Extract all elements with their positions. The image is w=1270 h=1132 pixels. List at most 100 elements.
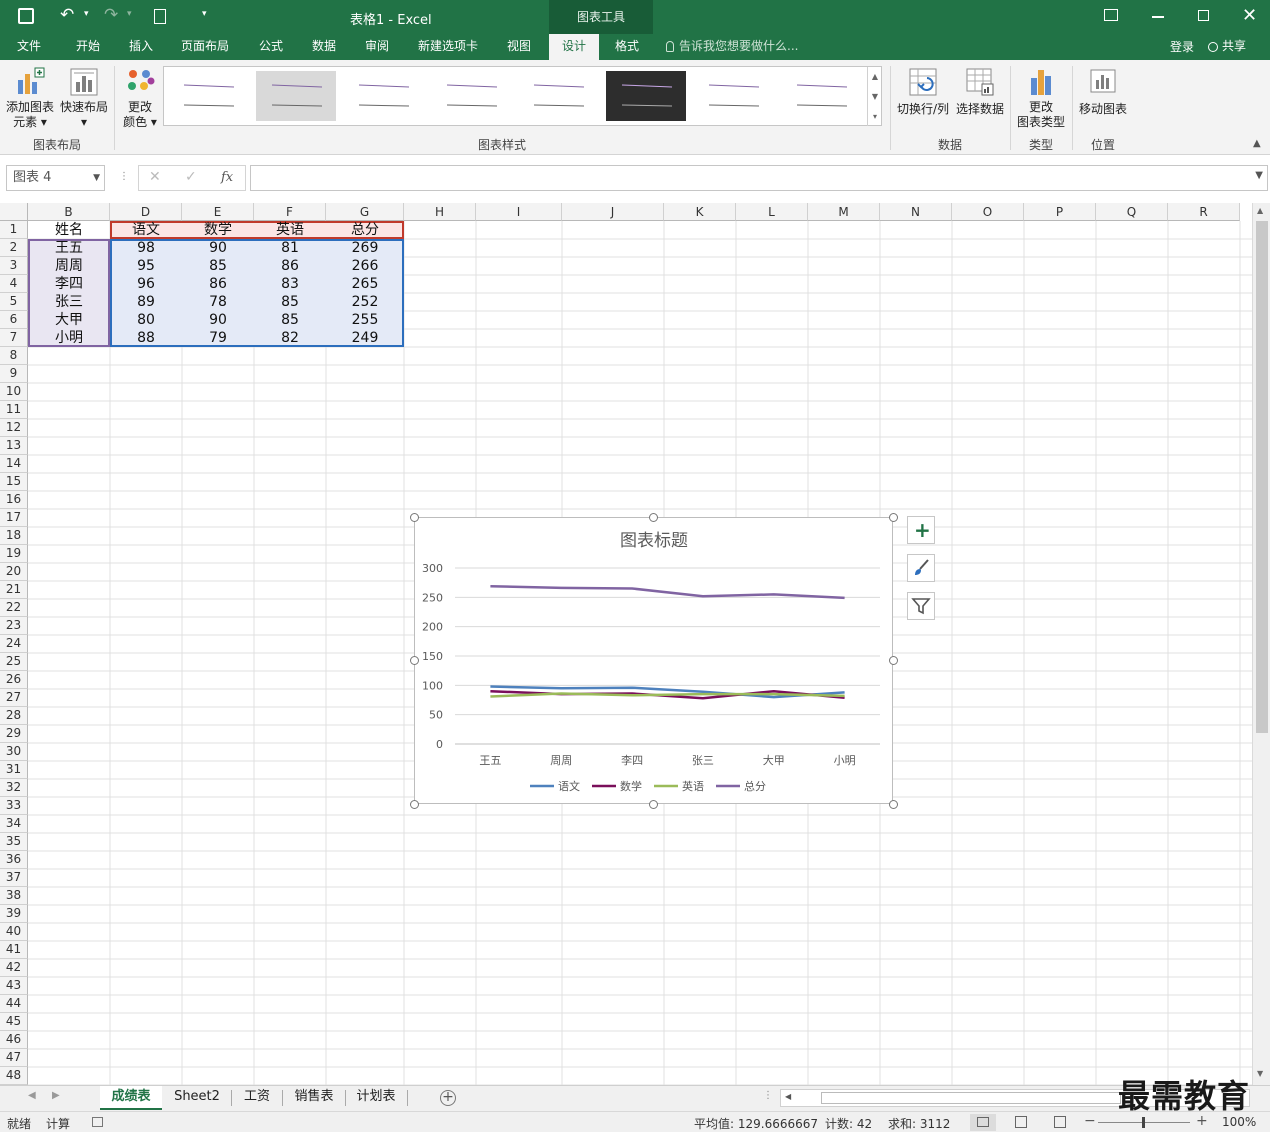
select-data-button[interactable]: 选择数据 bbox=[952, 66, 1008, 117]
chart-style-7[interactable] bbox=[693, 71, 773, 121]
row-header-48[interactable]: 48 bbox=[0, 1067, 28, 1085]
row-header-2[interactable]: 2 bbox=[0, 239, 28, 257]
row-header-3[interactable]: 3 bbox=[0, 257, 28, 275]
column-header-G[interactable]: G bbox=[326, 203, 404, 221]
change-chart-type-button[interactable]: 更改 图表类型 bbox=[1012, 66, 1070, 130]
table-cell[interactable]: 82 bbox=[254, 329, 326, 347]
table-cell[interactable]: 96 bbox=[110, 275, 182, 293]
select-all-corner[interactable] bbox=[0, 203, 28, 221]
row-header-34[interactable]: 34 bbox=[0, 815, 28, 833]
row-header-40[interactable]: 40 bbox=[0, 923, 28, 941]
zoom-slider[interactable] bbox=[1098, 1117, 1190, 1128]
maximize-icon[interactable] bbox=[1198, 10, 1209, 21]
table-cell[interactable]: 269 bbox=[326, 239, 404, 257]
tab-data[interactable]: 数据 bbox=[301, 34, 347, 60]
row-header-21[interactable]: 21 bbox=[0, 581, 28, 599]
table-cell[interactable]: 78 bbox=[182, 293, 254, 311]
row-header-28[interactable]: 28 bbox=[0, 707, 28, 725]
sheet-tab-sales[interactable]: 销售表 bbox=[285, 1086, 343, 1110]
formula-input[interactable]: ▼ bbox=[250, 165, 1268, 191]
normal-view-icon[interactable] bbox=[970, 1114, 996, 1131]
row-header-18[interactable]: 18 bbox=[0, 527, 28, 545]
tell-me-box[interactable]: 告诉我您想要做什么... bbox=[666, 34, 798, 60]
tab-format[interactable]: 格式 bbox=[603, 34, 651, 60]
enter-icon[interactable]: ✓ bbox=[185, 169, 197, 185]
row-header-36[interactable]: 36 bbox=[0, 851, 28, 869]
sheet-tab-salary[interactable]: 工资 bbox=[234, 1086, 280, 1110]
tab-review[interactable]: 审阅 bbox=[354, 34, 400, 60]
chart-style-3[interactable] bbox=[343, 71, 423, 121]
row-header-17[interactable]: 17 bbox=[0, 509, 28, 527]
row-header-42[interactable]: 42 bbox=[0, 959, 28, 977]
row-header-1[interactable]: 1 bbox=[0, 221, 28, 239]
table-cell[interactable]: 80 bbox=[110, 311, 182, 329]
gallery-scroll-up[interactable]: ▲ bbox=[867, 67, 882, 87]
row-header-39[interactable]: 39 bbox=[0, 905, 28, 923]
row-header-6[interactable]: 6 bbox=[0, 311, 28, 329]
column-header-J[interactable]: J bbox=[562, 203, 664, 221]
column-header-O[interactable]: O bbox=[952, 203, 1024, 221]
column-header-B[interactable]: B bbox=[28, 203, 110, 221]
share-button[interactable]: 共享 bbox=[1208, 36, 1246, 58]
table-cell[interactable]: 大甲 bbox=[28, 311, 110, 329]
chart-style-2[interactable] bbox=[255, 71, 336, 121]
table-cell[interactable]: 周周 bbox=[28, 257, 110, 275]
row-header-35[interactable]: 35 bbox=[0, 833, 28, 851]
row-header-41[interactable]: 41 bbox=[0, 941, 28, 959]
page-break-view-icon[interactable] bbox=[1054, 1116, 1066, 1128]
row-header-15[interactable]: 15 bbox=[0, 473, 28, 491]
scrollbar-thumb[interactable] bbox=[1256, 221, 1268, 733]
vertical-scrollbar[interactable]: ▲ ▼ bbox=[1252, 203, 1270, 1085]
legend-label[interactable]: 英语 bbox=[682, 779, 704, 793]
row-header-5[interactable]: 5 bbox=[0, 293, 28, 311]
table-cell[interactable]: 89 bbox=[110, 293, 182, 311]
table-cell[interactable]: 255 bbox=[326, 311, 404, 329]
sheet-tab-sheet2[interactable]: Sheet2 bbox=[166, 1086, 228, 1110]
resize-handle[interactable] bbox=[888, 656, 898, 665]
row-header-10[interactable]: 10 bbox=[0, 383, 28, 401]
table-header-cell[interactable]: 总分 bbox=[326, 221, 404, 239]
change-colors-button[interactable]: 更改 颜色 ▾ bbox=[118, 66, 162, 130]
resize-handle[interactable] bbox=[888, 512, 898, 522]
table-cell[interactable]: 90 bbox=[182, 311, 254, 329]
column-header-I[interactable]: I bbox=[476, 203, 562, 221]
resize-handle[interactable] bbox=[888, 799, 898, 809]
row-header-20[interactable]: 20 bbox=[0, 563, 28, 581]
table-cell[interactable]: 249 bbox=[326, 329, 404, 347]
table-cell[interactable]: 86 bbox=[182, 275, 254, 293]
horizontal-scrollbar-thumb[interactable] bbox=[821, 1092, 1121, 1104]
column-header-H[interactable]: H bbox=[404, 203, 476, 221]
resize-handle[interactable] bbox=[649, 512, 658, 522]
row-header-24[interactable]: 24 bbox=[0, 635, 28, 653]
table-cell[interactable]: 95 bbox=[110, 257, 182, 275]
gallery-more[interactable]: ▾ bbox=[867, 107, 882, 126]
table-header-cell[interactable]: 语文 bbox=[110, 221, 182, 239]
legend-label[interactable]: 数学 bbox=[620, 779, 642, 793]
collapse-ribbon-icon[interactable]: ▲ bbox=[1253, 138, 1261, 149]
page-layout-view-icon[interactable] bbox=[1015, 1116, 1027, 1128]
gallery-scroll-down[interactable]: ▼ bbox=[867, 87, 882, 107]
chart-styles-button[interactable] bbox=[907, 554, 935, 582]
ribbon-display-options-icon[interactable] bbox=[1104, 9, 1118, 21]
quick-layout-button[interactable]: 快速布局 ▾ bbox=[58, 66, 110, 130]
login-link[interactable]: 登录 bbox=[1170, 38, 1194, 55]
row-header-4[interactable]: 4 bbox=[0, 275, 28, 293]
tab-design[interactable]: 设计 bbox=[549, 34, 599, 60]
resize-handle[interactable] bbox=[649, 799, 658, 809]
row-header-37[interactable]: 37 bbox=[0, 869, 28, 887]
table-cell[interactable]: 85 bbox=[254, 293, 326, 311]
row-header-19[interactable]: 19 bbox=[0, 545, 28, 563]
chart-style-6[interactable] bbox=[605, 71, 686, 121]
name-box-dropdown-icon[interactable]: ▼ bbox=[93, 166, 100, 190]
tab-file[interactable]: 文件 bbox=[6, 34, 52, 60]
row-header-47[interactable]: 47 bbox=[0, 1049, 28, 1067]
row-header-30[interactable]: 30 bbox=[0, 743, 28, 761]
tab-new-tab[interactable]: 新建选项卡 bbox=[410, 34, 486, 60]
row-header-22[interactable]: 22 bbox=[0, 599, 28, 617]
row-header-27[interactable]: 27 bbox=[0, 689, 28, 707]
table-cell[interactable]: 83 bbox=[254, 275, 326, 293]
zoom-slider-thumb[interactable] bbox=[1142, 1117, 1145, 1128]
chart-title[interactable]: 图表标题 bbox=[620, 531, 688, 551]
tab-formulas[interactable]: 公式 bbox=[248, 34, 294, 60]
scroll-down-arrow-icon[interactable]: ▼ bbox=[1257, 1069, 1263, 1078]
